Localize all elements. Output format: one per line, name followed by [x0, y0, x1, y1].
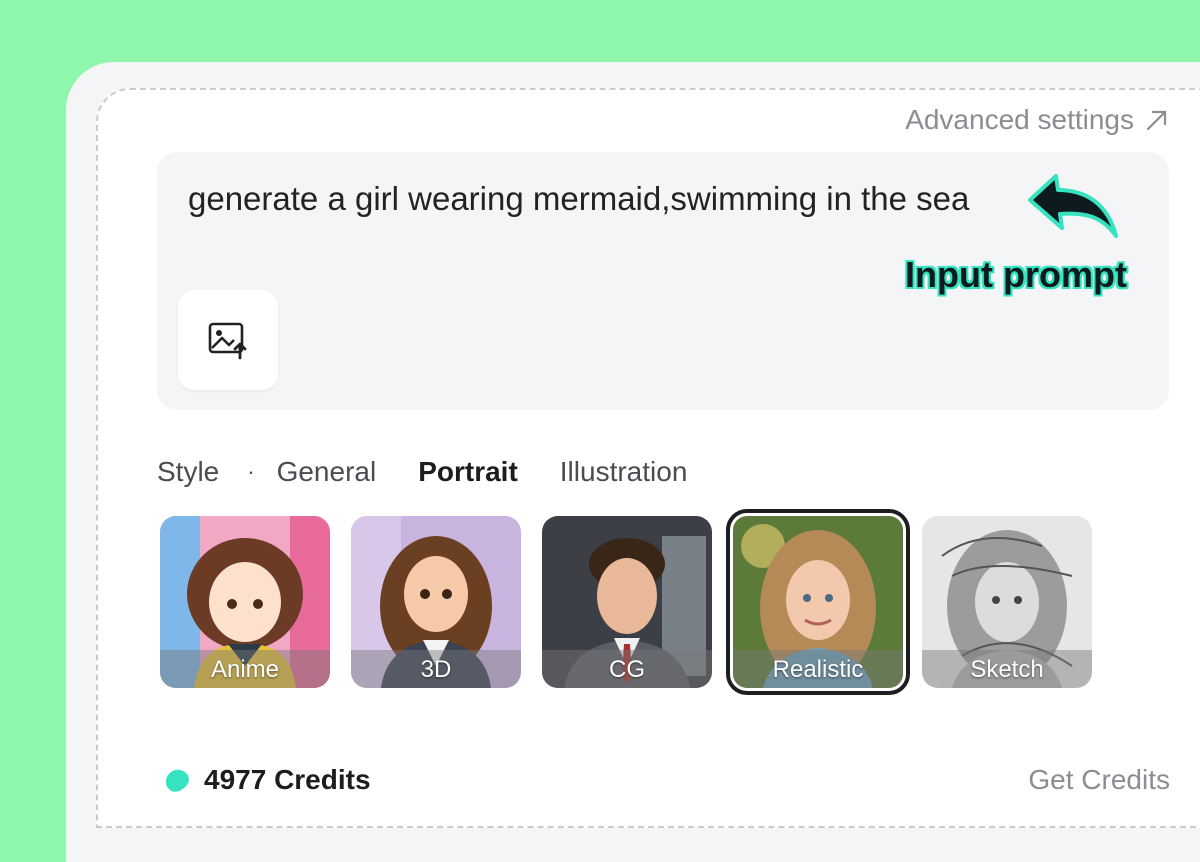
- prompt-text[interactable]: generate a girl wearing mermaid,swimming…: [188, 180, 969, 218]
- style-card-anime[interactable]: Anime: [160, 516, 330, 688]
- card-label: Sketch: [970, 656, 1044, 683]
- image-upload-icon: [208, 322, 247, 360]
- get-credits-link[interactable]: Get Credits: [1028, 764, 1170, 796]
- style-label: Style: [157, 456, 220, 487]
- upload-image-button[interactable]: [178, 290, 278, 390]
- style-separator: ·: [247, 459, 255, 484]
- card-label: 3D: [420, 656, 452, 683]
- tab-general[interactable]: General: [277, 456, 377, 488]
- annotation-arrow-icon: [1028, 174, 1118, 238]
- arrow-up-right-icon: [1146, 110, 1167, 131]
- style-card-sketch[interactable]: Sketch: [922, 516, 1092, 688]
- annotation-label: Input prompt: [905, 254, 1127, 295]
- advanced-settings-link[interactable]: Advanced settings: [905, 104, 1170, 136]
- tab-illustration[interactable]: Illustration: [560, 456, 688, 488]
- credits-bean-icon: [165, 769, 189, 792]
- card-label: Anime: [210, 656, 280, 683]
- card-label: CG: [609, 656, 645, 683]
- style-card-3d[interactable]: 3D: [351, 516, 521, 688]
- style-card-realistic[interactable]: Realistic: [726, 509, 910, 695]
- style-card-cg[interactable]: CG: [542, 516, 712, 688]
- card-label: Realistic: [772, 656, 864, 683]
- advanced-settings-label: Advanced settings: [905, 104, 1134, 135]
- credits-display: 4977 Credits: [162, 764, 371, 796]
- tab-portrait[interactable]: Portrait: [418, 456, 518, 488]
- style-tabs: Style · General Portrait Illustration: [157, 456, 729, 488]
- credits-count: 4977 Credits: [204, 764, 371, 795]
